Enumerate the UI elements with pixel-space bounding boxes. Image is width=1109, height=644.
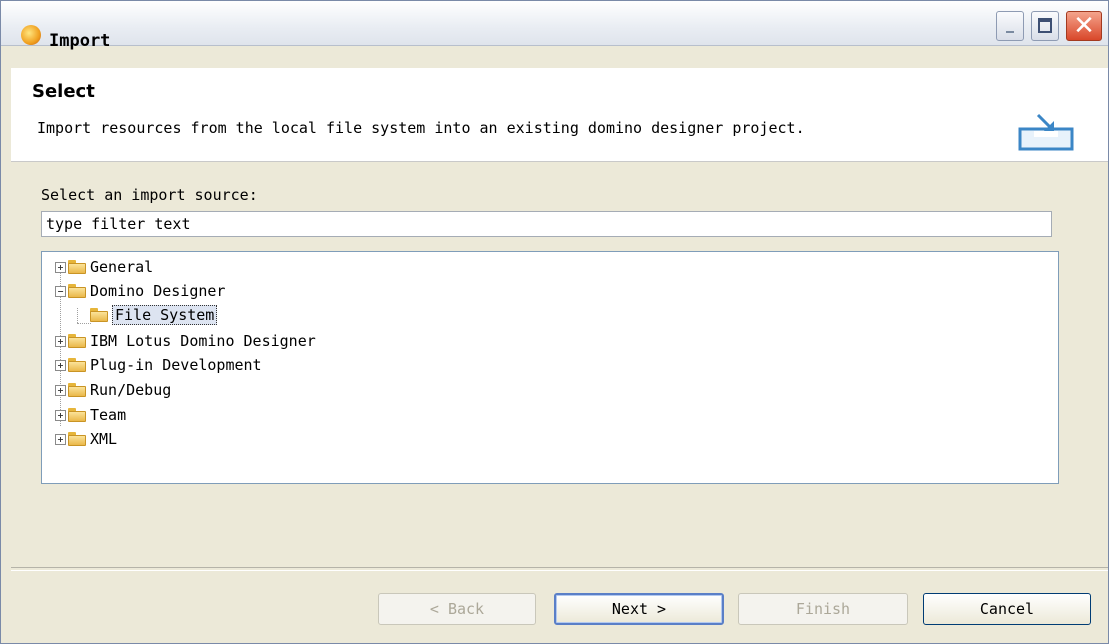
close-button[interactable]: ✕: [1066, 11, 1102, 41]
finish-button[interactable]: Finish: [738, 593, 908, 625]
app-icon: [21, 25, 41, 45]
folder-icon: [68, 358, 86, 372]
expand-icon[interactable]: +: [55, 360, 66, 371]
tree-item-label: Team: [90, 406, 127, 424]
maximize-button[interactable]: [1031, 11, 1059, 41]
tree-item-label-selected: File System: [112, 305, 218, 325]
filter-input[interactable]: [41, 211, 1052, 237]
tree-connector: [77, 323, 91, 324]
tree-item-label: Run/Debug: [90, 381, 172, 399]
tree-item-label: General: [90, 258, 154, 276]
wizard-header: Select Import resources from the local f…: [11, 68, 1108, 162]
title-bar[interactable]: Import ✕: [1, 1, 1108, 51]
maximize-icon: [1038, 18, 1052, 33]
expand-icon[interactable]: +: [55, 336, 66, 347]
import-source-label: Select an import source:: [41, 186, 258, 204]
folder-icon: [68, 432, 86, 446]
tree-item-label: Plug-in Development: [90, 356, 262, 374]
wizard-content: Select an import source: + General − Dom…: [11, 162, 1108, 566]
expand-icon[interactable]: +: [55, 410, 66, 421]
expand-icon[interactable]: +: [55, 434, 66, 445]
tree-connector: [77, 308, 78, 323]
next-button[interactable]: Next >: [554, 593, 724, 625]
folder-icon: [68, 260, 86, 274]
expand-icon[interactable]: +: [55, 262, 66, 273]
import-wizard-icon: [1018, 113, 1074, 151]
footer-divider: [11, 567, 1108, 571]
page-title: Select: [32, 81, 95, 102]
cancel-button[interactable]: Cancel: [923, 593, 1091, 625]
folder-open-icon: [68, 284, 86, 298]
window-title: Import: [49, 31, 111, 51]
page-description: Import resources from the local file sys…: [37, 119, 805, 137]
minimize-icon: [1006, 31, 1014, 33]
expand-icon[interactable]: +: [55, 385, 66, 396]
import-source-tree[interactable]: + General − Domino Designer File System …: [41, 251, 1059, 484]
tree-item-label: IBM Lotus Domino Designer: [90, 332, 316, 350]
import-dialog: Import ✕ Select Import resources from th…: [0, 0, 1109, 644]
collapse-icon[interactable]: −: [55, 286, 66, 297]
file-system-icon: [90, 308, 108, 322]
minimize-button[interactable]: [996, 11, 1024, 41]
close-icon: ✕: [1073, 11, 1095, 41]
tree-item-label: XML: [90, 430, 118, 448]
tree-item-label: Domino Designer: [90, 282, 226, 300]
folder-icon: [68, 334, 86, 348]
back-button[interactable]: < Back: [378, 593, 536, 625]
folder-icon: [68, 383, 86, 397]
folder-icon: [68, 408, 86, 422]
